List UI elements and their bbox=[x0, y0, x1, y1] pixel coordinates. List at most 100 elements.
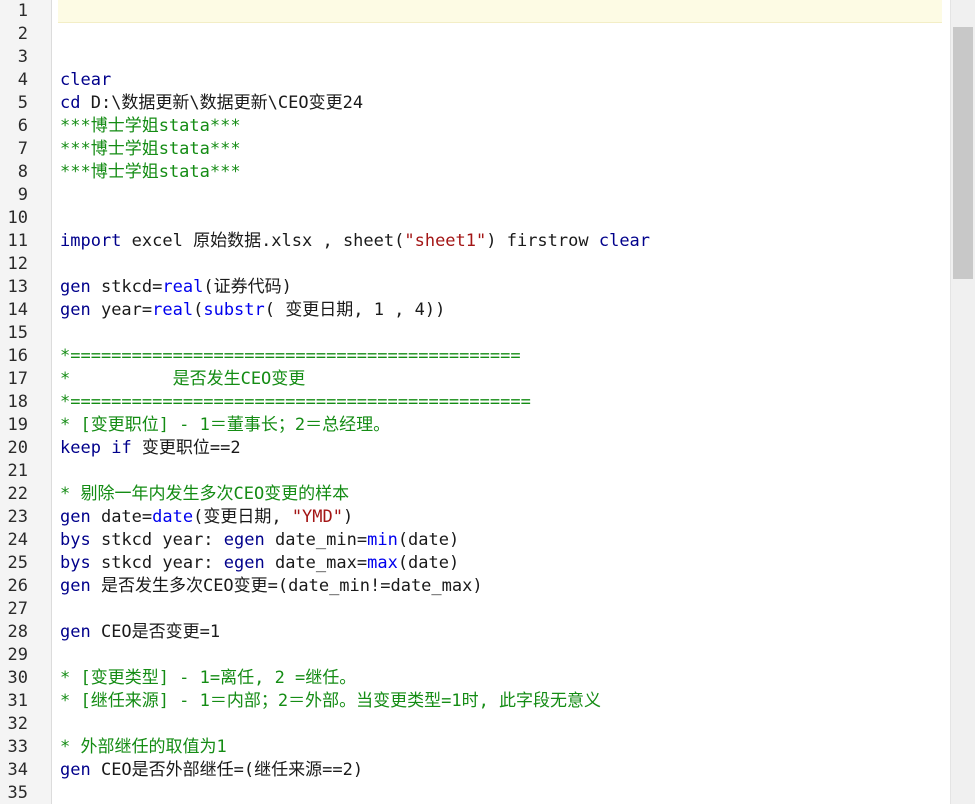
code-token: "YMD" bbox=[291, 507, 343, 527]
code-token: date= bbox=[90, 507, 153, 527]
code-token: min bbox=[367, 530, 398, 550]
code-line: cd D:\数据更新\数据更新\CEO变更24 bbox=[60, 92, 363, 115]
line-number: 6 bbox=[17, 116, 28, 136]
code-token: clear bbox=[598, 231, 651, 251]
code-editor[interactable]: 1 2 3 4 5 6 7 8 9 10 11 12 13 14 15 16 17 18 19 20 21 22 23 24 2… bbox=[0, 0, 975, 804]
code-token: egen bbox=[223, 553, 265, 573]
code-line: * 外部继任的取值为1 bbox=[60, 736, 227, 759]
line-number: 15 bbox=[7, 323, 28, 343]
vertical-scrollbar[interactable] bbox=[950, 0, 975, 804]
code-token: stkcd year: bbox=[90, 553, 224, 573]
code-token: ***博士学姐stata*** bbox=[60, 162, 241, 182]
line-number: 14 bbox=[7, 300, 28, 320]
code-line: * [继任来源] - 1＝内部；2＝外部。当变更类型=1时, 此字段无意义 bbox=[60, 690, 601, 713]
code-token: real bbox=[152, 300, 194, 320]
line-number: 33 bbox=[7, 737, 28, 757]
line-number: 23 bbox=[7, 507, 28, 527]
code-token: ***博士学姐stata*** bbox=[60, 116, 241, 136]
code-line: import excel 原始数据.xlsx , sheet("sheet1")… bbox=[60, 230, 650, 253]
code-line: keep if 变更职位==2 bbox=[60, 437, 241, 460]
code-line: * [变更职位] - 1＝董事长；2＝总经理。 bbox=[60, 414, 390, 437]
line-number: 5 bbox=[17, 93, 28, 113]
line-number: 29 bbox=[7, 645, 28, 665]
code-token: date bbox=[152, 507, 194, 527]
code-token: * [变更类型] - 1=离任, 2 =继任。 bbox=[60, 668, 357, 688]
code-token: * 剔除一年内发生多次CEO变更的样本 bbox=[60, 484, 350, 504]
line-number: 26 bbox=[7, 576, 28, 596]
code-token: D:\数据更新\数据更新\CEO变更24 bbox=[80, 93, 364, 113]
line-number: 16 bbox=[7, 346, 28, 366]
code-token: ) bbox=[343, 507, 354, 527]
code-token: gen bbox=[60, 507, 91, 527]
line-number: 30 bbox=[7, 668, 28, 688]
code-line: gen date=date(变更日期, "YMD") bbox=[60, 506, 353, 529]
code-token: egen bbox=[223, 530, 265, 550]
line-number: 17 bbox=[7, 369, 28, 389]
line-number: 9 bbox=[17, 185, 28, 205]
code-line: gen year=real(substr( 变更日期, 1 , 4)) bbox=[60, 299, 445, 322]
line-number: 32 bbox=[7, 714, 28, 734]
code-line: gen stkcd=real(证券代码) bbox=[60, 276, 292, 299]
line-number: 31 bbox=[7, 691, 28, 711]
line-number: 13 bbox=[7, 277, 28, 297]
code-token: ***博士学姐stata*** bbox=[60, 139, 241, 159]
code-token: ( 变更日期, 1 , 4)) bbox=[264, 300, 446, 320]
line-number: 28 bbox=[7, 622, 28, 642]
line-number: 12 bbox=[7, 254, 28, 274]
code-token: * [变更职位] - 1＝董事长；2＝总经理。 bbox=[60, 415, 391, 435]
code-line: * [变更类型] - 1=离任, 2 =继任。 bbox=[60, 667, 356, 690]
line-number: 21 bbox=[7, 461, 28, 481]
code-text-area[interactable]: clear cd D:\数据更新\数据更新\CEO变更24 ***博士学姐stata… bbox=[52, 0, 950, 804]
code-token: * 是否发生CEO变更 bbox=[60, 369, 306, 389]
code-line: bys stkcd year: egen date_max=max(date) bbox=[60, 552, 459, 575]
line-number: 22 bbox=[7, 484, 28, 504]
code-token: gen bbox=[60, 622, 91, 642]
code-line: gen 是否发生多次CEO变更=(date_min!=date_max) bbox=[60, 575, 483, 598]
code-token: 是否发生多次CEO变更=(date_min!=date_max) bbox=[90, 576, 483, 596]
line-number: 10 bbox=[7, 208, 28, 228]
code-token: CEO是否外部继任=(继任来源==2) bbox=[90, 760, 364, 780]
line-number: 19 bbox=[7, 415, 28, 435]
code-token: stkcd year: bbox=[90, 530, 224, 550]
code-line: gen CEO是否外部继任=(继任来源==2) bbox=[60, 759, 363, 782]
code-token: ( bbox=[193, 300, 204, 320]
line-number: 34 bbox=[7, 760, 28, 780]
code-token: (证券代码) bbox=[203, 277, 292, 297]
code-token: (date) bbox=[397, 530, 460, 550]
line-number: 11 bbox=[7, 231, 28, 251]
code-line: *=======================================… bbox=[60, 391, 531, 414]
code-token: *=======================================… bbox=[60, 392, 531, 412]
line-number: 8 bbox=[17, 162, 28, 182]
code-token: * [继任来源] - 1＝内部；2＝外部。当变更类型=1时, 此字段无意义 bbox=[60, 691, 602, 711]
code-token: year= bbox=[90, 300, 153, 320]
line-number: 3 bbox=[17, 47, 28, 67]
code-token: gen bbox=[60, 576, 91, 596]
code-token: bys bbox=[60, 530, 91, 550]
code-token: gen bbox=[60, 760, 91, 780]
code-token: substr bbox=[203, 300, 265, 320]
scrollbar-thumb[interactable] bbox=[953, 27, 973, 279]
code-line: bys stkcd year: egen date_min=min(date) bbox=[60, 529, 459, 552]
code-line: clear bbox=[60, 69, 111, 92]
current-line-highlight bbox=[58, 0, 942, 23]
code-line: ***博士学姐stata*** bbox=[60, 115, 241, 138]
code-line: ***博士学姐stata*** bbox=[60, 161, 241, 184]
code-line: *=======================================… bbox=[60, 345, 521, 368]
code-token: "sheet1" bbox=[404, 231, 487, 251]
code-token: if bbox=[111, 438, 132, 458]
code-token: gen bbox=[60, 300, 91, 320]
code-token: real bbox=[162, 277, 204, 297]
code-token: stkcd= bbox=[90, 277, 163, 297]
line-number: 2 bbox=[17, 24, 28, 44]
code-line: * 剔除一年内发生多次CEO变更的样本 bbox=[60, 483, 349, 506]
code-token: excel 原始数据.xlsx , sheet( bbox=[121, 231, 405, 251]
line-number: 35 bbox=[7, 783, 28, 803]
code-token: ) firstrow bbox=[486, 231, 599, 251]
code-token: * 外部继任的取值为1 bbox=[60, 737, 227, 757]
code-token: date_min= bbox=[264, 530, 368, 550]
code-line: ***博士学姐stata*** bbox=[60, 138, 241, 161]
code-token: *=======================================… bbox=[60, 346, 521, 366]
code-token: cd bbox=[60, 93, 81, 113]
code-token: clear bbox=[60, 70, 112, 90]
